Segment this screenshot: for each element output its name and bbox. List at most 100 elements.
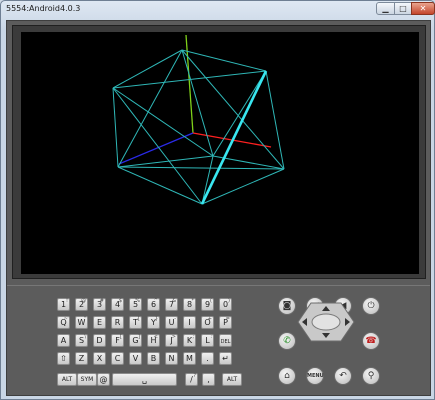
key-label: M — [186, 354, 193, 363]
key-sup-label: > — [171, 334, 176, 340]
key-sup-label: } — [154, 316, 158, 322]
key-2-4[interactable]: G] — [129, 334, 142, 347]
key-2-3[interactable]: F[ — [111, 334, 124, 347]
key-sup-label: ! — [65, 298, 68, 304]
key-label: . — [206, 354, 209, 363]
key-3-6[interactable]: N — [165, 352, 178, 365]
key-alt-right[interactable]: ALT — [222, 373, 242, 386]
key-sup-label: ( — [210, 298, 212, 304]
home-icon[interactable]: ⌂ — [278, 367, 296, 385]
key-3-5[interactable]: B — [147, 352, 160, 365]
key-label: X — [96, 354, 103, 363]
key-3-2[interactable]: X — [93, 352, 106, 365]
directional-pad[interactable] — [297, 302, 355, 342]
key-comma[interactable]: , — [202, 373, 215, 386]
key-0-0[interactable]: 1! — [57, 298, 70, 311]
key-0-4[interactable]: 5% — [129, 298, 142, 311]
key-sup-label: { — [136, 316, 140, 322]
key-2-1[interactable]: S \ — [75, 334, 88, 347]
key-sym[interactable]: SYM — [77, 373, 97, 386]
key-label: L — [205, 336, 210, 345]
key-sup-label: ^ — [153, 298, 158, 304]
key-3-1[interactable]: Z — [75, 352, 88, 365]
key-sup-label: % — [135, 298, 140, 304]
key-space[interactable]: ␣ — [112, 373, 177, 386]
key-1-1[interactable]: W " — [75, 316, 88, 329]
key-label: C — [114, 354, 121, 363]
key-3-0[interactable]: ⇧ — [57, 352, 70, 365]
key-label: DEL — [220, 339, 231, 345]
key-label: E — [96, 318, 103, 327]
key-sup-label: ] — [138, 334, 140, 340]
key-2-6[interactable]: J > — [165, 334, 178, 347]
key-sup-label: ) — [228, 298, 230, 304]
key-0-6[interactable]: 7 & — [165, 298, 178, 311]
cube-scene — [112, 34, 285, 205]
key-sup-label: # — [99, 298, 104, 304]
menu-button[interactable]: MENU — [306, 367, 324, 385]
key-sup-label: \ — [84, 334, 86, 340]
maximize-icon[interactable]: □ — [394, 2, 412, 15]
key-3-4[interactable]: V — [129, 352, 142, 365]
key-1-7[interactable]: I — [183, 316, 196, 329]
key-3-8[interactable]: . — [201, 352, 214, 365]
close-icon[interactable]: ✕ — [411, 2, 435, 15]
title-bar[interactable]: 5554:Android4.0.3 ▁ □ ✕ — [1, 1, 435, 19]
key-label: R — [114, 318, 121, 327]
key-0-3[interactable]: 4 $ — [111, 298, 124, 311]
key-2-2[interactable]: D — [93, 334, 106, 347]
key-0-9[interactable]: 0) — [219, 298, 232, 311]
key-1-2[interactable]: E — [93, 316, 106, 329]
key-sup-label: ~ — [63, 316, 68, 322]
key-label: A — [60, 336, 67, 345]
power-icon[interactable]: ⏻ — [362, 297, 380, 315]
key-0-8[interactable]: 9( — [201, 298, 214, 311]
key-0-7[interactable]: 8 * — [183, 298, 196, 311]
key-label: V — [132, 354, 139, 363]
key-sup-label: = — [225, 316, 230, 322]
key-label: N — [168, 354, 175, 363]
key-3-9[interactable]: ↵ — [219, 352, 232, 365]
key-1-5[interactable]: Y} — [147, 316, 160, 329]
key-label: ↵ — [222, 354, 229, 363]
key-2-5[interactable]: H < — [147, 334, 160, 347]
key-label: ⇧ — [60, 354, 67, 363]
key-1-0[interactable]: Q ~ — [57, 316, 70, 329]
key-1-3[interactable]: R — [111, 316, 124, 329]
key-1-9[interactable]: P = — [219, 316, 232, 329]
key-label: I — [188, 318, 191, 327]
device-screen[interactable] — [21, 32, 419, 274]
key-2-9[interactable]: DEL — [219, 334, 232, 347]
key-question-label: ? — [193, 373, 196, 379]
key-1-8[interactable]: O + — [201, 316, 214, 329]
key-0-2[interactable]: 3 # — [93, 298, 106, 311]
call-icon[interactable]: ✆ — [278, 332, 296, 350]
key-sup-label: < — [153, 334, 158, 340]
key-sup-label: * — [191, 298, 195, 304]
key-at[interactable]: @ — [97, 373, 110, 386]
search-icon[interactable]: ⚲ — [362, 367, 380, 385]
key-slash[interactable]: /? — [185, 373, 198, 386]
key-3-3[interactable]: C — [111, 352, 124, 365]
key-sup-label: @ — [81, 298, 86, 304]
key-label: Z — [78, 354, 85, 363]
key-0-5[interactable]: 6 ^ — [147, 298, 160, 311]
key-0-1[interactable]: 2 @ — [75, 298, 88, 311]
back-icon[interactable]: ↶ — [334, 367, 352, 385]
key-3-7[interactable]: M — [183, 352, 196, 365]
key-sup-label: + — [207, 316, 212, 322]
screen-bezel — [12, 25, 426, 279]
key-sup-label: ; — [192, 334, 194, 340]
key-2-0[interactable]: A — [57, 334, 70, 347]
minimize-icon[interactable]: ▁ — [376, 2, 395, 15]
key-alt-left[interactable]: ALT — [57, 373, 77, 386]
key-sup-label: $ — [118, 298, 122, 304]
key-2-8[interactable]: L: — [201, 334, 214, 347]
key-1-4[interactable]: T{ — [129, 316, 142, 329]
key-1-6[interactable]: U- — [165, 316, 178, 329]
key-sup-label: & — [172, 298, 176, 304]
key-sup-label: - — [174, 316, 176, 322]
key-2-7[interactable]: K; — [183, 334, 196, 347]
end-call-icon[interactable]: ☎ — [362, 332, 380, 350]
camera-icon[interactable]: ◙ — [278, 297, 296, 315]
